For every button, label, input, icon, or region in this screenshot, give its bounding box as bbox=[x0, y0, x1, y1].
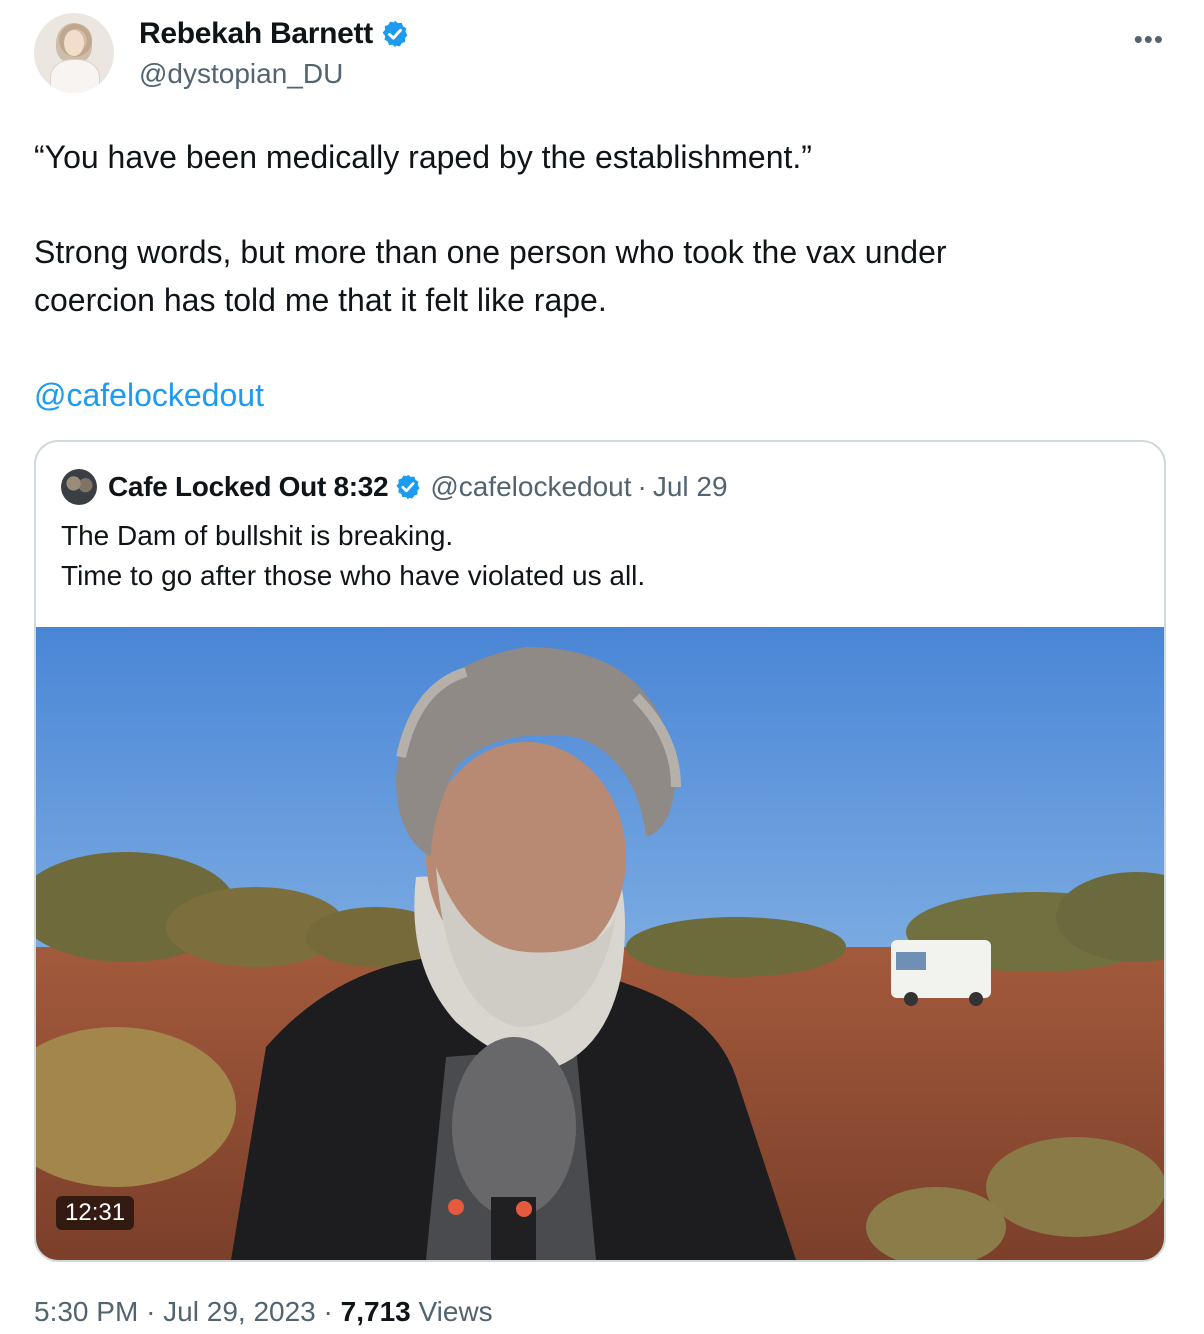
tweet-line: Strong words, but more than one person w… bbox=[34, 234, 947, 270]
video-thumbnail[interactable]: 12:31 bbox=[36, 627, 1164, 1260]
avatar-body bbox=[50, 59, 100, 93]
video-scene bbox=[36, 627, 1164, 1260]
avatar-face bbox=[64, 30, 84, 56]
separator: · bbox=[146, 1296, 156, 1327]
tweet-date[interactable]: Jul 29, 2023 bbox=[163, 1296, 316, 1327]
mention-link[interactable]: @cafelockedout bbox=[34, 371, 1154, 419]
quoted-line: The Dam of bullshit is breaking. bbox=[61, 520, 454, 551]
more-icon[interactable]: ••• bbox=[1134, 26, 1164, 52]
quoted-author-avatar[interactable] bbox=[61, 469, 97, 505]
author-handle[interactable]: @dystopian_DU bbox=[139, 58, 343, 90]
verified-badge-icon bbox=[394, 473, 422, 501]
author-name[interactable]: Rebekah Barnett bbox=[139, 17, 373, 51]
quoted-author-handle[interactable]: @cafelockedout bbox=[430, 471, 631, 503]
tweet-line: coercion has told me that it felt like r… bbox=[34, 282, 607, 318]
author-avatar[interactable] bbox=[34, 13, 114, 93]
quoted-author-name[interactable]: Cafe Locked Out 8:32 bbox=[108, 471, 389, 503]
tweet-text: “You have been medically raped by the es… bbox=[34, 133, 1154, 419]
tweet-line: “You have been medically raped by the es… bbox=[34, 139, 812, 175]
views-label: Views bbox=[418, 1296, 493, 1327]
video-duration: 12:31 bbox=[56, 1196, 135, 1230]
quoted-tweet-header: Cafe Locked Out 8:32 @cafelockedout · Ju… bbox=[61, 469, 728, 505]
separator: · bbox=[323, 1296, 333, 1327]
quoted-date[interactable]: Jul 29 bbox=[653, 471, 728, 503]
views-count[interactable]: 7,713 bbox=[341, 1296, 411, 1327]
tweet-time[interactable]: 5:30 PM bbox=[34, 1296, 138, 1327]
author-name-row[interactable]: Rebekah Barnett bbox=[139, 17, 410, 51]
quoted-tweet[interactable]: Cafe Locked Out 8:32 @cafelockedout · Ju… bbox=[34, 440, 1166, 1262]
verified-badge-icon bbox=[380, 19, 410, 49]
quoted-tweet-text: The Dam of bullshit is breaking. Time to… bbox=[61, 516, 645, 596]
separator: · bbox=[637, 471, 647, 502]
quoted-line: Time to go after those who have violated… bbox=[61, 560, 646, 591]
tweet-footer: 5:30 PM · Jul 29, 2023 · 7,713 Views bbox=[34, 1296, 493, 1328]
